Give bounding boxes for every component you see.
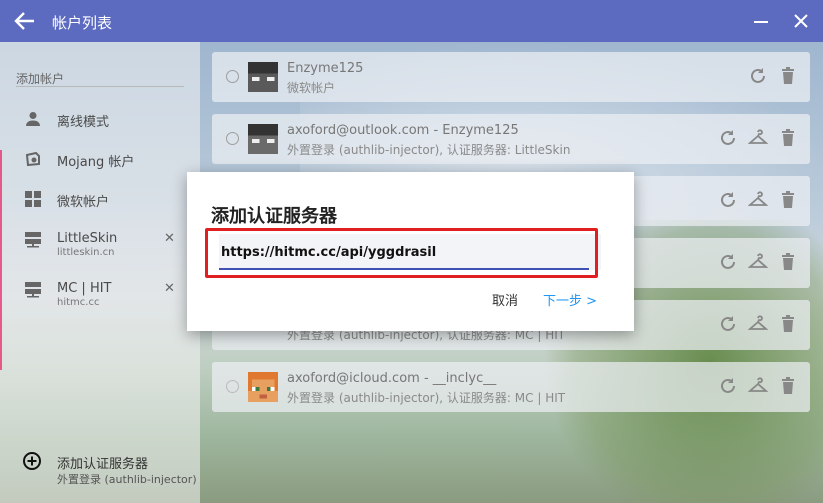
next-step-button[interactable]: 下一步 > [543,290,597,309]
sidebar-item-mchit[interactable]: MC | HIT hitmc.cc ✕ [0,270,200,310]
skin-avatar [248,124,278,154]
sidebar-item-label: LittleSkin [57,231,118,246]
add-auth-server-button[interactable]: 添加认证服务器 外置登录 (authlib-injector) [0,447,200,491]
delete-icon[interactable] [778,376,798,396]
sidebar-item-sublabel: hitmc.cc [57,297,100,308]
window-title: 帐户列表 [52,14,113,32]
sidebar-item-label: MC | HIT [57,281,112,296]
sidebar-item-mojang[interactable]: Mojang 帐户 [0,140,200,180]
sidebar-item-label: Mojang 帐户 [57,155,135,170]
sidebar-item-label: 离线模式 [57,115,110,130]
back-arrow-icon[interactable] [12,9,38,33]
refresh-icon[interactable] [718,190,738,210]
server-icon [24,230,42,248]
close-icon[interactable] [792,12,810,30]
delete-icon[interactable] [778,128,798,148]
mojang-icon [24,150,42,168]
sidebar-divider [16,86,184,87]
account-type: 外置登录 (authlib-injector), 认证服务器: LittleSk… [287,143,571,157]
sidebar-item-offline[interactable]: 离线模式 [0,100,200,140]
input-highlight-box [205,228,598,278]
skin-icon[interactable] [747,314,769,334]
refresh-icon[interactable] [718,128,738,148]
dialog-title: 添加认证服务器 [211,206,337,227]
server-icon [24,280,42,298]
add-auth-server-label: 添加认证服务器 [57,457,149,472]
skin-icon[interactable] [747,376,769,396]
skin-icon[interactable] [747,128,769,148]
remove-server-icon[interactable]: ✕ [164,281,175,296]
refresh-icon[interactable] [718,252,738,272]
windows-icon [24,190,42,208]
account-type: 外置登录 (authlib-injector), 认证服务器: MC | HIT [287,391,566,405]
delete-icon[interactable] [778,66,798,86]
account-card[interactable]: Enzyme125 微软帐户 [212,52,810,102]
person-icon [24,110,42,128]
sidebar-item-label: 微软帐户 [57,195,110,210]
skin-icon[interactable] [747,252,769,272]
minimize-icon[interactable] [752,12,770,30]
title-bar: 帐户列表 [0,0,823,42]
add-auth-server-sublabel: 外置登录 (authlib-injector) [57,473,197,486]
sidebar-section-header: 添加帐户 [16,72,65,86]
delete-icon[interactable] [778,252,798,272]
account-card[interactable]: axoford@icloud.com - __inclyc__ 外置登录 (au… [212,362,810,412]
sidebar-item-sublabel: littleskin.cn [57,247,115,258]
account-name: axoford@icloud.com - __inclyc__ [287,371,497,386]
skin-avatar [248,372,278,402]
account-card[interactable]: axoford@outlook.com - Enzyme125 外置登录 (au… [212,114,810,164]
refresh-icon[interactable] [718,314,738,334]
delete-icon[interactable] [778,190,798,210]
account-name: axoford@outlook.com - Enzyme125 [287,123,519,138]
delete-icon[interactable] [778,314,798,334]
sidebar-item-littleskin[interactable]: LittleSkin littleskin.cn ✕ [0,220,200,260]
cancel-button[interactable]: 取消 [492,290,518,309]
account-name: Enzyme125 [287,61,364,76]
account-select-radio[interactable] [226,380,239,393]
plus-circle-icon [22,451,42,471]
skin-avatar [248,62,278,92]
sidebar: 添加帐户 离线模式 Mojang 帐户 微软帐户 LittleSkin litt… [0,42,200,503]
sidebar-accent [0,150,2,370]
refresh-icon[interactable] [718,376,738,396]
account-select-radio[interactable] [226,70,239,83]
account-type: 微软帐户 [287,81,336,95]
sidebar-item-microsoft[interactable]: 微软帐户 [0,180,200,220]
refresh-icon[interactable] [748,66,768,86]
skin-icon[interactable] [747,190,769,210]
remove-server-icon[interactable]: ✕ [164,231,175,246]
account-select-radio[interactable] [226,132,239,145]
